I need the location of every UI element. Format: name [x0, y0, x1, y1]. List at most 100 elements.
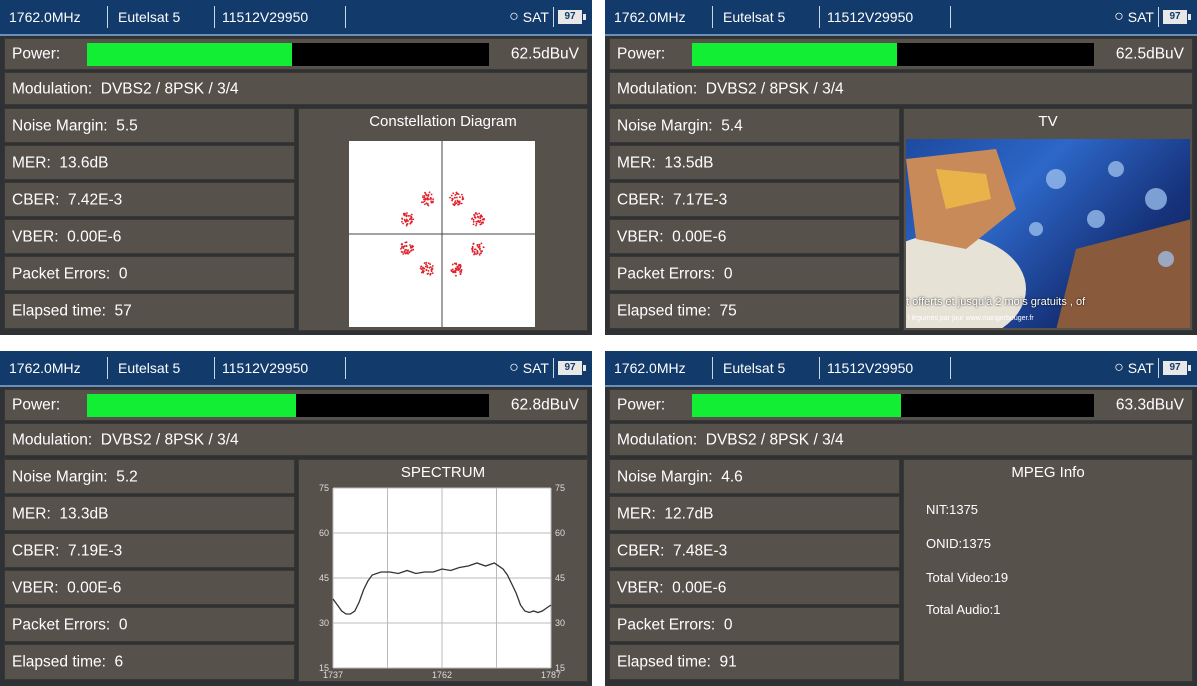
- panel-title: MPEG Info: [1011, 464, 1085, 481]
- constellation-point: [407, 252, 409, 255]
- panel-title: Constellation Diagram: [369, 113, 517, 130]
- constellation-point: [481, 221, 484, 224]
- sat-indicator: ○ SAT 97: [1114, 7, 1191, 27]
- constellation-point: [474, 212, 477, 215]
- elapsed-time-row: Elapsed time: 6: [4, 644, 295, 680]
- constellation-point: [409, 215, 411, 217]
- analyzer-screen: 1762.0MHz Eutelsat 5 11512V29950 ○ SAT 9…: [0, 0, 592, 335]
- cber-label: CBER:: [617, 190, 665, 208]
- noise-margin-row: Noise Margin: 5.5: [4, 108, 295, 143]
- cber-label: CBER:: [617, 541, 665, 559]
- constellation-point: [431, 265, 434, 267]
- vber-value: 0.00E-6: [67, 578, 122, 596]
- modulation-label: Modulation:: [12, 430, 93, 448]
- constellation-point: [405, 241, 408, 244]
- tv-preview-image: t offerts et jusqu'à 2 mois gratuits , o…: [906, 139, 1190, 328]
- constellation-point: [430, 201, 433, 204]
- mpeg-total-video: Total Video:19: [926, 570, 1009, 585]
- power-value: 63.3dBuV: [1115, 396, 1184, 414]
- tv-caption: t offerts et jusqu'à 2 mois gratuits , o…: [906, 296, 1086, 308]
- packet-errors-label: Packet Errors:: [12, 615, 111, 633]
- constellation-point: [424, 203, 426, 206]
- constellation-point: [450, 269, 453, 272]
- mer-value: 13.5dB: [664, 153, 714, 171]
- constellation-point: [425, 194, 428, 197]
- constellation-point: [402, 222, 404, 225]
- constellation-point: [426, 264, 429, 267]
- mode-label: SAT: [522, 360, 549, 376]
- mer-label: MER:: [12, 504, 51, 522]
- constellation-point: [454, 271, 457, 273]
- constellation-point: [461, 196, 464, 198]
- constellation-point: [422, 201, 424, 204]
- power-bar-fill: [87, 394, 297, 417]
- constellation-point: [406, 251, 408, 253]
- constellation-point: [472, 218, 475, 221]
- elapsed-time-row: Elapsed time: 75: [609, 293, 900, 329]
- cber-row: CBER: 7.48E-3: [609, 533, 900, 568]
- constellation-point: [451, 197, 453, 200]
- status-header: 1762.0MHz Eutelsat 5 11512V29950 ○ SAT 9…: [605, 351, 1197, 387]
- mer-row: MER: 12.7dB: [609, 496, 900, 531]
- constellation-point: [451, 268, 454, 271]
- noise-margin-label: Noise Margin:: [617, 467, 713, 485]
- constellation-point: [471, 218, 473, 220]
- constellation-point: [455, 274, 457, 277]
- modulation-value: DVBS2 / 8PSK / 3/4: [100, 79, 239, 97]
- constellation-point: [405, 248, 407, 251]
- constellation-point: [472, 220, 475, 223]
- power-bar-fill: [692, 43, 898, 66]
- packet-errors-value: 0: [723, 264, 733, 282]
- constellation-point: [478, 243, 481, 246]
- constellation-point: [427, 272, 430, 275]
- constellation-point: [430, 193, 433, 196]
- y-tick-left: 30: [319, 618, 329, 628]
- constellation-point: [457, 265, 460, 268]
- mpeg-nit: NIT:1375: [926, 502, 979, 517]
- satellite-name: Eutelsat 5: [118, 360, 181, 376]
- cber-row: CBER: 7.42E-3: [4, 182, 295, 217]
- constellation-point: [406, 212, 408, 214]
- constellation-point: [480, 242, 483, 245]
- vber-value: 0.00E-6: [672, 578, 727, 596]
- constellation-point: [449, 196, 451, 199]
- mode-label: SAT: [1127, 360, 1154, 376]
- constellation-diagram: [349, 141, 535, 327]
- constellation-point: [476, 244, 479, 246]
- constellation-point: [457, 193, 460, 195]
- noise-margin-value: 4.6: [721, 467, 743, 485]
- constellation-point: [412, 218, 415, 221]
- constellation-point: [455, 202, 458, 204]
- packet-errors-row: Packet Errors: 0: [609, 607, 900, 642]
- power-bar-fill: [87, 43, 293, 66]
- elapsed-time-row: Elapsed time: 91: [609, 644, 900, 680]
- constellation-point: [460, 202, 463, 205]
- constellation-point: [405, 245, 408, 247]
- transponder-label: 11512V29950: [827, 9, 914, 25]
- constellation-point: [456, 199, 459, 202]
- vber-value: 0.00E-6: [67, 227, 122, 245]
- y-tick-left: 60: [319, 528, 329, 538]
- power-bar: [692, 394, 1094, 417]
- constellation-point: [402, 253, 405, 255]
- panel-title: TV: [1038, 113, 1058, 130]
- constellation-point: [400, 246, 403, 249]
- constellation-point: [453, 262, 456, 265]
- packet-errors-label: Packet Errors:: [617, 264, 716, 282]
- cber-value: 7.19E-3: [68, 541, 123, 559]
- constellation-point: [452, 271, 455, 274]
- constellation-point: [409, 244, 411, 246]
- vber-label: VBER:: [12, 578, 59, 596]
- constellation-point: [459, 202, 461, 205]
- modulation-row: Modulation: DVBS2 / 8PSK / 3/4: [4, 72, 588, 105]
- constellation-point: [458, 200, 461, 203]
- constellation-point: [429, 263, 432, 266]
- modulation-value: DVBS2 / 8PSK / 3/4: [705, 430, 844, 448]
- constellation-point: [478, 245, 481, 248]
- y-tick-left: 75: [319, 483, 329, 493]
- constellation-point: [423, 200, 426, 203]
- constellation-point: [410, 247, 412, 249]
- sat-indicator: ○ SAT 97: [509, 358, 586, 378]
- satellite-dish-icon: ○: [1114, 8, 1124, 25]
- power-value: 62.8dBuV: [510, 396, 579, 414]
